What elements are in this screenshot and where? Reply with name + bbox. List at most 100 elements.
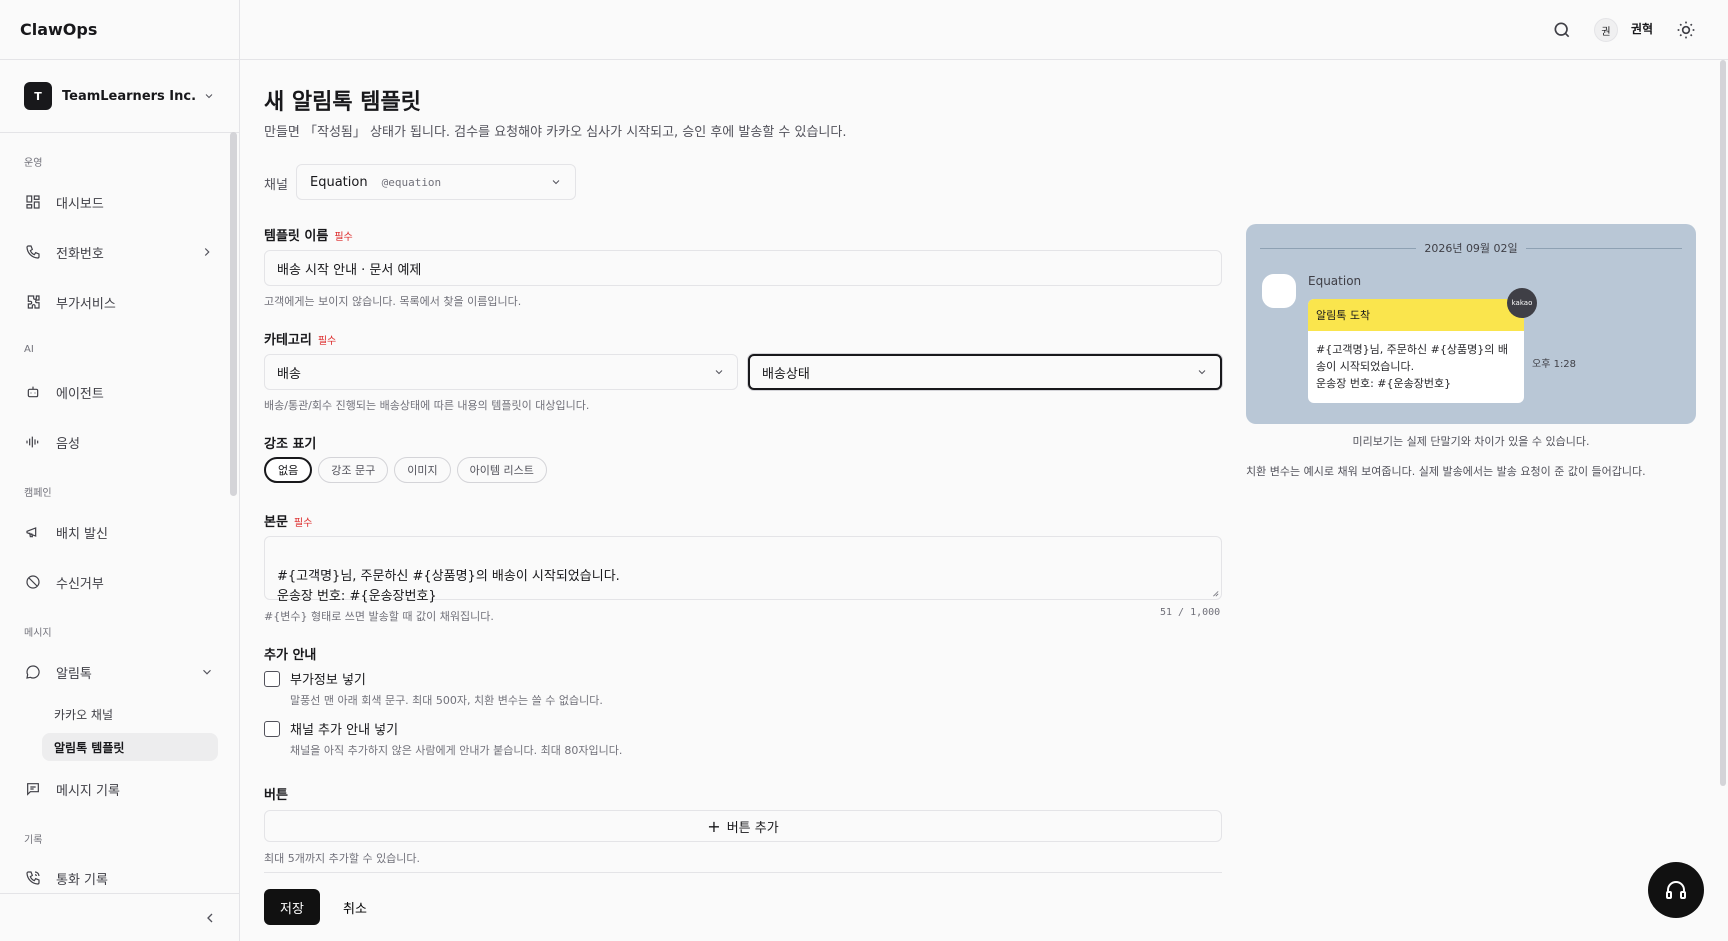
- sidebar-subitem-kakao-channel[interactable]: 카카오 채널: [42, 700, 218, 728]
- preview-sender-avatar: [1262, 274, 1296, 308]
- search-icon[interactable]: [1552, 20, 1572, 40]
- channel-add-label: 채널 추가 안내 넣기: [290, 723, 399, 738]
- sidebar-item-addons[interactable]: 부가서비스: [24, 284, 214, 320]
- save-button[interactable]: 저장: [264, 889, 320, 925]
- sidebar-item-opt-out[interactable]: 수신거부: [24, 564, 214, 600]
- user-name[interactable]: 권혁: [1631, 20, 1653, 37]
- sidebar: ClawOps T TeamLearners Inc. 운영 대시보드 전화번호…: [0, 0, 240, 941]
- preview-date-separator: 2026년 09월 02일: [1260, 240, 1682, 256]
- sidebar-subitem-alimtalk-template[interactable]: 알림톡 템플릿: [42, 733, 218, 761]
- sidebar-item-voice[interactable]: 음성: [24, 424, 214, 460]
- sidebar-footer: [0, 893, 240, 941]
- main-scrollbar[interactable]: [1720, 60, 1726, 786]
- preview-bubble-header: 알림톡 도착: [1308, 299, 1524, 331]
- extra-info-label: 부가정보 넣기: [290, 673, 366, 688]
- body-text: #{고객명}님, 주문하신 #{상품명}의 배송이 시작되었습니다. 운송장 번…: [277, 569, 620, 604]
- sidebar-item-label: 배치 발신: [56, 526, 108, 542]
- sidebar-item-label: 메시지 기록: [56, 783, 120, 799]
- category-label: 카테고리 필수: [264, 329, 336, 348]
- emphasis-option-text[interactable]: 강조 문구: [318, 457, 389, 483]
- preview-message-bubble: 알림톡 도착 #{고객명}님, 주문하신 #{상품명}의 배 송이 시작되었습니…: [1308, 299, 1524, 403]
- sidebar-item-agent[interactable]: 에이전트: [24, 374, 214, 410]
- sidebar-item-alimtalk[interactable]: 알림톡: [24, 654, 214, 690]
- channel-add-checkbox[interactable]: [264, 720, 280, 737]
- extra-label: 추가 안내: [264, 648, 317, 663]
- category-primary-select[interactable]: 배송: [264, 354, 738, 390]
- extra-info-option[interactable]: 부가정보 넣기: [264, 669, 366, 688]
- sidebar-item-label: 수신거부: [56, 576, 104, 592]
- buttons-help: 최대 5개까지 추가할 수 있습니다.: [264, 852, 421, 865]
- preview-variable-note: 치환 변수는 예시로 채워 보여줍니다. 실제 발송에서는 발송 요청이 준 값…: [1246, 465, 1646, 478]
- headset-icon: [1666, 881, 1686, 899]
- org-switcher[interactable]: T TeamLearners Inc.: [0, 60, 239, 133]
- chevron-down-icon: [552, 180, 560, 185]
- sidebar-item-phone[interactable]: 전화번호: [24, 234, 214, 270]
- phone-icon: [24, 243, 42, 261]
- megaphone-icon: [24, 523, 42, 541]
- category-primary-value: 배송: [277, 366, 301, 382]
- brand-logo[interactable]: ClawOps: [0, 0, 239, 60]
- chevron-right-icon: [204, 248, 210, 256]
- required-badge: 필수: [334, 232, 353, 243]
- channel-add-help: 채널을 아직 추가하지 않은 사람에게 안내가 붙습니다. 최대 80자입니다.: [290, 744, 623, 757]
- char-counter: 51 / 1,000: [1160, 607, 1221, 618]
- category-help: 배송/통관/회수 진행되는 배송상태에 따른 내용의 템플릿이 대상입니다.: [264, 399, 590, 412]
- body-help: #{변수} 형태로 쓰면 발송할 때 값이 채워집니다.: [264, 610, 494, 623]
- sidebar-item-label: 통화 기록: [56, 872, 108, 888]
- chevron-down-icon: [205, 94, 213, 99]
- required-badge: 필수: [293, 518, 313, 529]
- add-button-button[interactable]: + 버튼 추가: [264, 810, 1222, 842]
- page-description: 만들면 「작성됨」 상태가 됩니다. 검수를 요청해야 카카오 심사가 시작되고…: [264, 125, 847, 140]
- page-title: 새 알림톡 템플릿: [264, 90, 421, 115]
- main-content: 새 알림톡 템플릿 만들면 「작성됨」 상태가 됩니다. 검수를 요청해야 카카…: [240, 60, 1720, 941]
- support-chat-button[interactable]: [1648, 862, 1704, 918]
- body-textarea[interactable]: #{고객명}님, 주문하신 #{상품명}의 배송이 시작되었습니다. 운송장 번…: [264, 536, 1222, 604]
- category-secondary-select[interactable]: 배송상태: [748, 354, 1222, 390]
- cancel-button[interactable]: 취소: [330, 889, 380, 925]
- section-label-ai: AI: [24, 344, 34, 355]
- ban-icon: [24, 573, 42, 591]
- dashboard-icon: [24, 193, 42, 211]
- sidebar-item-label: 음성: [56, 436, 80, 452]
- sidebar-item-message-log[interactable]: 메시지 기록: [24, 771, 214, 807]
- sidebar-item-dashboard[interactable]: 대시보드: [24, 184, 214, 220]
- emphasis-option-image[interactable]: 이미지: [394, 457, 451, 483]
- sidebar-scrollbar[interactable]: [230, 132, 237, 496]
- sidebar-item-label: 에이전트: [56, 386, 104, 402]
- emphasis-option-none[interactable]: 없음: [264, 457, 313, 483]
- channel-name: Equation: [310, 174, 368, 190]
- puzzle-icon: [24, 293, 42, 311]
- audio-wave-icon: [24, 433, 42, 451]
- avatar[interactable]: 권: [1594, 18, 1618, 42]
- preview-sender-name: Equation: [1308, 274, 1362, 288]
- template-name-input[interactable]: 배송 시작 안내 · 문서 예제: [264, 250, 1222, 286]
- org-avatar: T: [24, 82, 52, 110]
- add-button-label: 버튼 추가: [726, 820, 779, 836]
- template-name-label: 템플릿 이름 필수: [264, 225, 353, 244]
- extra-info-checkbox[interactable]: [264, 670, 280, 687]
- sidebar-item-batch-send[interactable]: 배치 발신: [24, 514, 214, 550]
- bot-icon: [24, 383, 42, 401]
- sidebar-item-call-log[interactable]: 통화 기록: [24, 860, 214, 896]
- chevron-down-icon: [203, 669, 211, 675]
- section-label-message: 메시지: [24, 628, 52, 639]
- buttons-label: 버튼: [264, 788, 288, 803]
- sun-icon[interactable]: [1676, 20, 1696, 40]
- template-name-label-text: 템플릿 이름: [264, 229, 329, 244]
- org-name: TeamLearners Inc.: [62, 88, 197, 104]
- sidebar-item-label: 전화번호: [56, 246, 104, 262]
- emphasis-option-item-list[interactable]: 아이템 리스트: [456, 457, 547, 483]
- category-secondary-value: 배송상태: [762, 366, 810, 382]
- resize-handle-icon[interactable]: [1211, 589, 1219, 597]
- chevron-left-icon[interactable]: [202, 910, 218, 926]
- channel-add-option[interactable]: 채널 추가 안내 넣기: [264, 719, 398, 738]
- preview-note: 미리보기는 실제 단말기와 차이가 있을 수 있습니다.: [1352, 435, 1590, 448]
- phone-call-icon: [24, 869, 42, 887]
- sidebar-item-label: 부가서비스: [56, 296, 116, 312]
- emphasis-options: 없음 강조 문구 이미지 아이템 리스트: [264, 457, 547, 483]
- extra-info-help: 말풍선 맨 아래 회색 문구. 최대 500자, 치환 변수는 쓸 수 없습니다…: [290, 694, 603, 707]
- preview-time: 오후 1:28: [1532, 359, 1577, 370]
- preview-bubble-body: #{고객명}님, 주문하신 #{상품명}의 배 송이 시작되었습니다. 운송장 …: [1316, 343, 1508, 390]
- channel-select[interactable]: Equation @equation: [296, 164, 576, 200]
- kakao-badge-icon: kakao: [1507, 288, 1537, 318]
